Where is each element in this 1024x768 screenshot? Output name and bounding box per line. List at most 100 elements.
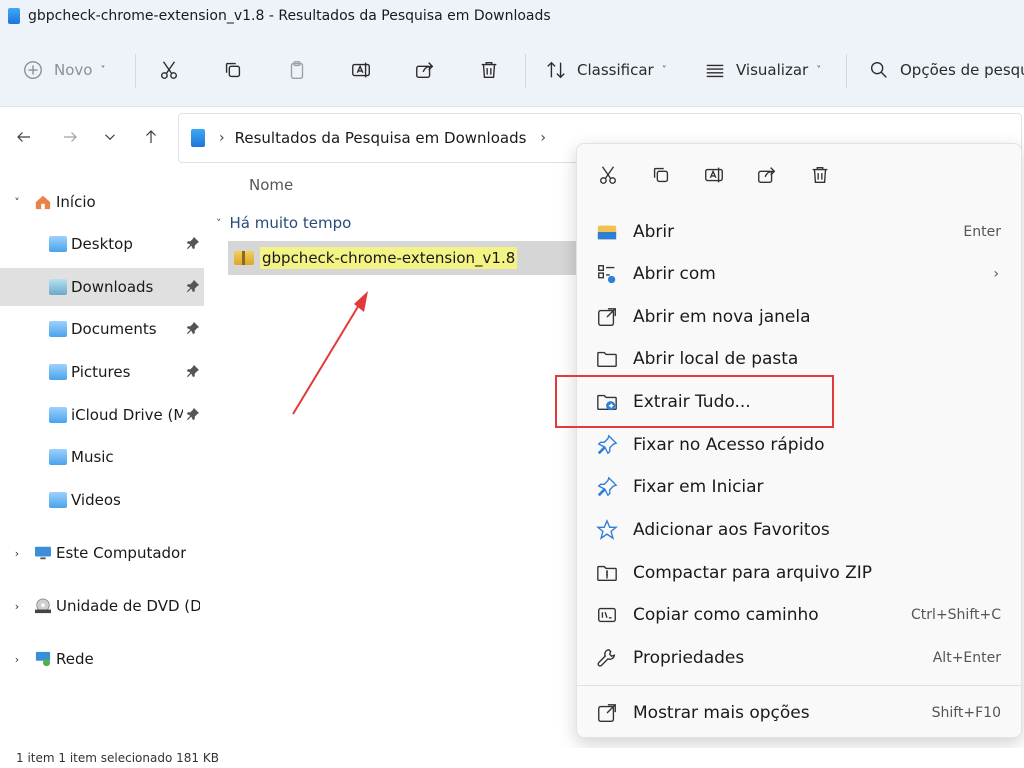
share-button[interactable] bbox=[752, 160, 782, 190]
sidebar-item-label: Documents bbox=[71, 320, 157, 338]
sidebar-item-label: Pictures bbox=[71, 363, 131, 381]
menu-item-copiar-caminho[interactable]: Copiar como caminho Ctrl+Shift+C bbox=[577, 595, 1021, 635]
menu-item-abrir-local-pasta[interactable]: Abrir local de pasta bbox=[577, 339, 1021, 379]
cut-button[interactable] bbox=[593, 160, 623, 190]
sort-icon bbox=[547, 61, 565, 79]
delete-button[interactable] bbox=[478, 50, 500, 90]
clipboard-icon bbox=[290, 61, 304, 79]
navigation-pane: ˅ Início Desktop Downloads Documents Pic… bbox=[0, 168, 206, 748]
file-row[interactable]: gbpcheck-chrome-extension_v1.8 bbox=[228, 241, 580, 275]
menu-item-abrir[interactable]: Abrir Enter bbox=[577, 212, 1021, 252]
sidebar-item-music[interactable]: Music bbox=[0, 438, 204, 476]
recent-locations-button[interactable] bbox=[96, 123, 124, 151]
menu-item-propriedades[interactable]: Propriedades Alt+Enter bbox=[577, 638, 1021, 678]
sidebar-item-downloads[interactable]: Downloads bbox=[0, 268, 204, 306]
rename-icon bbox=[705, 167, 723, 183]
chevron-down-icon: ˅ bbox=[100, 64, 106, 76]
rename-icon bbox=[352, 62, 370, 78]
menu-item-label: Adicionar aos Favoritos bbox=[633, 520, 830, 540]
context-menu: Abrir Enter Abrir com › Abrir em nova ja… bbox=[576, 143, 1022, 738]
toolbar-divider bbox=[846, 54, 847, 88]
cut-button[interactable] bbox=[158, 50, 180, 90]
forward-button[interactable] bbox=[56, 123, 84, 151]
sidebar-item-label: Downloads bbox=[71, 278, 154, 296]
collapse-chevron-icon: ˅ bbox=[216, 216, 222, 230]
sidebar-item-label: iCloud Drive (Mac) bbox=[71, 406, 183, 424]
sidebar-item-documents[interactable]: Documents bbox=[0, 310, 204, 348]
sidebar-item-videos[interactable]: Videos bbox=[0, 481, 204, 519]
chevron-down-icon bbox=[105, 134, 115, 141]
menu-item-label: Propriedades bbox=[633, 648, 745, 668]
music-icon bbox=[49, 449, 67, 465]
trash-icon bbox=[812, 166, 828, 184]
menu-item-mostrar-mais-opcoes[interactable]: Mostrar mais opções Shift+F10 bbox=[577, 693, 1021, 733]
sidebar-item-pictures[interactable]: Pictures bbox=[0, 353, 204, 391]
paste-button[interactable] bbox=[286, 50, 308, 90]
menu-item-abrir-com[interactable]: Abrir com › bbox=[577, 254, 1021, 294]
sort-label: Classificar bbox=[577, 61, 654, 79]
scissors-icon bbox=[599, 166, 617, 184]
pin-icon[interactable] bbox=[186, 279, 200, 293]
dvd-drive-icon bbox=[35, 598, 51, 614]
menu-item-label: Fixar no Acesso rápido bbox=[633, 435, 825, 455]
search-options-icon bbox=[870, 61, 887, 78]
menu-item-compactar-zip[interactable]: Compactar para arquivo ZIP bbox=[577, 553, 1021, 593]
menu-item-abrir-nova-janela[interactable]: Abrir em nova janela bbox=[577, 297, 1021, 337]
downloads-icon bbox=[49, 279, 67, 295]
share-button[interactable] bbox=[414, 50, 436, 90]
group-header[interactable]: ˅ Há muito tempo bbox=[216, 214, 351, 232]
pin-icon[interactable] bbox=[186, 236, 200, 250]
breadcrumb-chevron-icon: › bbox=[219, 130, 225, 146]
toolbar-divider bbox=[525, 54, 526, 88]
search-options-button[interactable]: Opções de pesquisa bbox=[868, 50, 1024, 90]
sidebar-item-este-computador[interactable]: › Este Computador bbox=[0, 534, 204, 572]
home-icon bbox=[35, 195, 51, 210]
sidebar-item-desktop[interactable]: Desktop bbox=[0, 225, 204, 263]
pin-icon[interactable] bbox=[186, 321, 200, 335]
menu-item-label: Compactar para arquivo ZIP bbox=[633, 563, 873, 583]
file-name: gbpcheck-chrome-extension_v1.8 bbox=[260, 247, 518, 269]
menu-item-shortcut: Alt+Enter bbox=[932, 650, 1001, 666]
delete-button[interactable] bbox=[805, 160, 835, 190]
sidebar-item-dvd-drive[interactable]: › Unidade de DVD (D:) bbox=[0, 587, 204, 625]
window-title: gbpcheck-chrome-extension_v1.8 - Resulta… bbox=[28, 8, 551, 24]
column-header-name[interactable]: Nome bbox=[249, 176, 293, 194]
sidebar-item-label: Desktop bbox=[71, 235, 133, 253]
copy-button[interactable] bbox=[222, 50, 244, 90]
pin-icon[interactable] bbox=[186, 407, 200, 421]
command-bar: Novo ˅ Classificar ˅ Visualizar ˅ Opções… bbox=[0, 32, 1024, 107]
expand-chevron-icon: ˅ bbox=[14, 195, 20, 209]
copy-icon bbox=[653, 167, 669, 183]
title-bar: gbpcheck-chrome-extension_v1.8 - Resulta… bbox=[0, 0, 1024, 32]
rename-button[interactable] bbox=[350, 50, 372, 90]
sort-button[interactable]: Classificar ˅ bbox=[545, 50, 667, 90]
chevron-down-icon: ˅ bbox=[661, 64, 667, 76]
back-button[interactable] bbox=[10, 123, 38, 151]
chevron-down-icon: ˅ bbox=[816, 64, 822, 76]
wrench-icon bbox=[595, 646, 619, 670]
sidebar-item-inicio[interactable]: ˅ Início bbox=[0, 183, 204, 221]
pin-icon bbox=[595, 475, 619, 499]
sidebar-item-icloud-drive[interactable]: iCloud Drive (Mac) bbox=[0, 396, 204, 434]
icloud-drive-icon bbox=[49, 407, 67, 423]
sidebar-item-rede[interactable]: › Rede bbox=[0, 640, 204, 678]
pin-icon[interactable] bbox=[186, 364, 200, 378]
menu-item-fixar-acesso-rapido[interactable]: Fixar no Acesso rápido bbox=[577, 425, 1021, 465]
plus-circle-icon bbox=[24, 61, 42, 79]
view-button[interactable]: Visualizar ˅ bbox=[704, 50, 821, 90]
menu-item-fixar-iniciar[interactable]: Fixar em Iniciar bbox=[577, 467, 1021, 507]
rename-button[interactable] bbox=[699, 160, 729, 190]
menu-item-adicionar-favoritos[interactable]: Adicionar aos Favoritos bbox=[577, 510, 1021, 550]
expand-chevron-icon: › bbox=[14, 652, 20, 666]
zip-icon bbox=[595, 561, 619, 585]
copy-button[interactable] bbox=[646, 160, 676, 190]
pin-icon bbox=[595, 433, 619, 457]
breadcrumb[interactable]: Resultados da Pesquisa em Downloads bbox=[235, 129, 527, 147]
up-button[interactable] bbox=[137, 123, 165, 151]
menu-item-label: Abrir em nova janela bbox=[633, 307, 811, 327]
new-button[interactable]: Novo ˅ bbox=[22, 50, 105, 90]
desktop-icon bbox=[49, 236, 67, 252]
status-bar: 1 item 1 item selecionado 181 KB bbox=[0, 748, 1024, 768]
expand-chevron-icon: › bbox=[14, 599, 20, 613]
copy-icon bbox=[225, 62, 241, 78]
